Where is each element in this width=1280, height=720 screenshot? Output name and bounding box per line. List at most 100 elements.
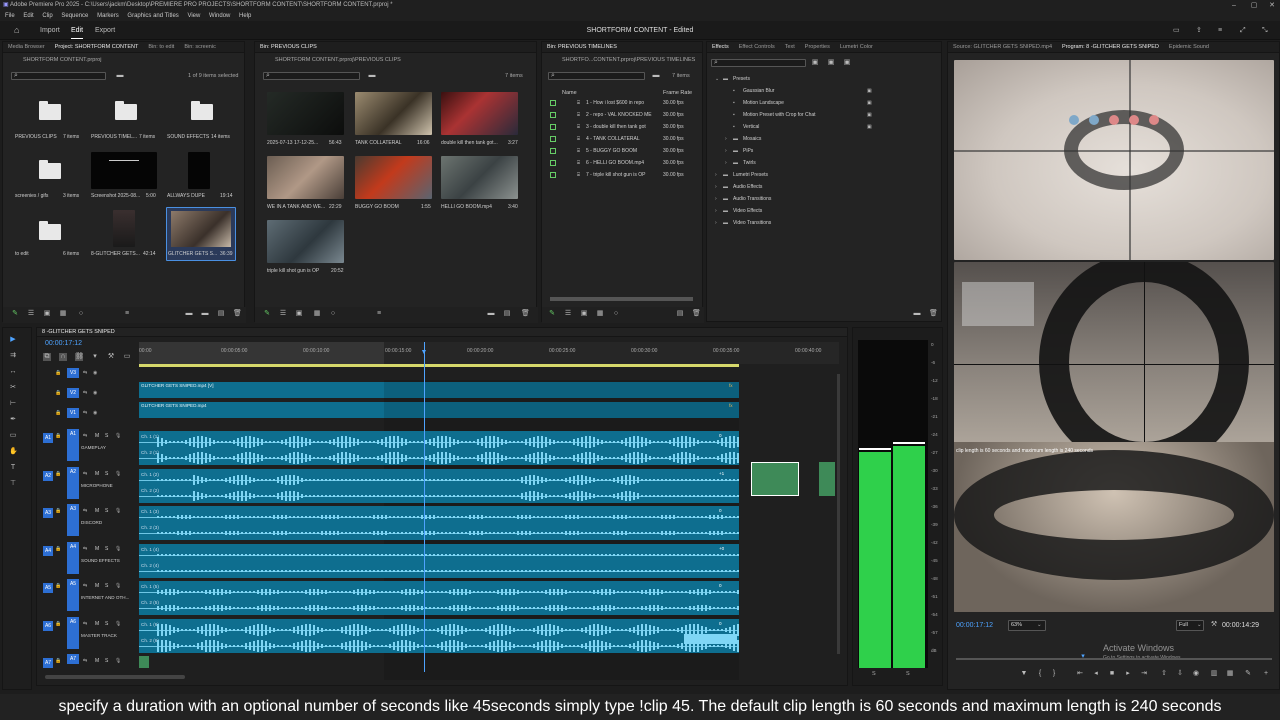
folder-icon[interactable] (39, 160, 61, 179)
voiceover-icon[interactable]: 🎙 (115, 508, 121, 514)
effect-item[interactable]: Video Effects (733, 208, 762, 214)
audio-clip-extra[interactable] (139, 656, 149, 668)
mute-button[interactable]: M (95, 433, 99, 439)
icon-view-icon[interactable]: ▣ (580, 310, 588, 318)
menu-help[interactable]: Help (239, 13, 251, 19)
sync-lock-icon[interactable]: ⇆ (83, 658, 87, 664)
maximize-icon[interactable]: ▢ (1244, 0, 1264, 11)
list-view-icon[interactable]: ☰ (564, 310, 572, 318)
time-ruler[interactable]: 00:00 00:00:05:00 00:00:10:00 00:00:15:00 00… (139, 342, 839, 364)
folder-icon[interactable] (191, 101, 213, 120)
new-bin-icon[interactable]: ▬ (368, 72, 376, 80)
tab-text[interactable]: Text (780, 42, 800, 52)
sync-lock-icon[interactable]: ⇆ (83, 583, 87, 589)
lock-icon[interactable]: 🔒 (55, 583, 61, 589)
trash-icon[interactable]: 🗑 (233, 310, 242, 318)
icon-view-icon[interactable]: ▣ (295, 310, 303, 318)
monitor-scrubber[interactable] (956, 658, 1272, 660)
source-patch[interactable]: A5 (43, 583, 53, 593)
tab-project[interactable]: Project: SHORTFORM CONTENT (50, 42, 144, 52)
nest-icon[interactable]: ⧉ (43, 353, 51, 361)
tab-epidemic-sound[interactable]: Epidemic Sound (1164, 42, 1214, 52)
playhead-icon[interactable]: ▼ (420, 349, 428, 357)
effect-item[interactable]: Gaussian Blur (743, 88, 774, 94)
track-target[interactable]: A7 (67, 654, 79, 664)
voiceover-icon[interactable]: 🎙 (115, 546, 121, 552)
timeline-horizontal-scrollbar[interactable] (45, 675, 185, 679)
source-patch[interactable]: A7 (43, 658, 53, 668)
menu-graphics[interactable]: Graphics and Titles (127, 13, 178, 19)
sequence-name[interactable]: 1 - How i lost $600 in repo (586, 100, 644, 106)
solo-left-label[interactable]: S (872, 671, 876, 677)
icon-view-icon[interactable]: ▣ (43, 310, 51, 318)
effect-item[interactable]: Mosaics (743, 136, 761, 142)
home-icon[interactable]: ⌂ (14, 21, 19, 40)
eye-icon[interactable]: ◉ (93, 410, 97, 416)
new-bin-icon[interactable]: ▬ (116, 72, 124, 80)
new-item-icon[interactable]: ▤ (676, 310, 684, 318)
effect-item[interactable]: Presets (733, 76, 750, 82)
horizontal-scrollbar[interactable] (550, 297, 693, 301)
audio-clip-extra[interactable] (751, 462, 799, 496)
track-target[interactable]: A2 (67, 466, 79, 499)
sync-lock-icon[interactable]: ⇆ (83, 508, 87, 514)
track-target[interactable]: A3 (67, 504, 79, 536)
label-color-chip[interactable] (550, 148, 556, 154)
track-target[interactable]: A4 (67, 541, 79, 574)
chevron-right-icon[interactable]: › (715, 172, 717, 178)
effect-item[interactable]: Motion Preset with Crop for Chat (743, 112, 816, 118)
source-patch[interactable]: A3 (43, 508, 53, 518)
audio-clip[interactable] (139, 543, 739, 578)
new-bin-icon[interactable]: ▬ (487, 310, 495, 318)
effect-item[interactable]: Audio Transitions (733, 196, 771, 202)
sequence-name[interactable]: 5 - BUGGY GO BOOM (586, 148, 637, 154)
track-target[interactable]: V2 (67, 388, 79, 398)
new-item-icon[interactable]: ▤ (217, 310, 225, 318)
source-patch[interactable]: A2 (43, 470, 53, 481)
effect-item[interactable]: Twirls (743, 160, 756, 166)
close-icon[interactable]: ✕ (1262, 0, 1280, 11)
tab-effect-controls[interactable]: Effect Controls (734, 42, 780, 52)
chevron-down-icon[interactable]: ⌄ (715, 76, 719, 82)
quick-export-icon[interactable]: ⤢ (1240, 21, 1246, 40)
solo-button[interactable]: S (105, 621, 108, 627)
workspace-export[interactable]: Export (95, 21, 115, 40)
sequence-name[interactable]: 4 - TANK COLLATERAL (586, 136, 640, 142)
trash-icon[interactable]: 🗑 (929, 310, 938, 318)
stop-icon[interactable]: ■ (1108, 670, 1116, 678)
voiceover-icon[interactable]: 🎙 (115, 583, 121, 589)
sync-lock-icon[interactable]: ⇆ (83, 390, 87, 396)
step-back-icon[interactable]: ◂ (1092, 670, 1100, 678)
menu-sequence[interactable]: Sequence (61, 13, 88, 19)
sync-lock-icon[interactable]: ⇆ (83, 546, 87, 552)
sequence-name[interactable]: 2 - repo - VAL KNOCKED ME (586, 112, 652, 118)
tab-properties[interactable]: Properties (800, 42, 835, 52)
timeline-vertical-scrollbar[interactable] (837, 374, 840, 654)
menu-edit[interactable]: Edit (23, 13, 33, 19)
clip-thumbnail[interactable] (441, 156, 518, 199)
captions-tool-icon[interactable]: ⊤ (9, 480, 17, 488)
chevron-right-icon[interactable]: › (715, 196, 717, 202)
list-view-icon[interactable]: ☰ (27, 310, 35, 318)
sort-icon[interactable]: ≡ (375, 310, 383, 318)
lock-icon[interactable]: 🔒 (55, 433, 61, 439)
settings-icon[interactable]: ✎ (1244, 670, 1252, 678)
clip-thumbnail[interactable] (355, 156, 432, 199)
track-target[interactable]: A1 (67, 429, 79, 461)
lock-icon[interactable]: 🔒 (55, 410, 61, 416)
clip-thumbnail[interactable] (91, 152, 157, 189)
accelerated-filter-icon[interactable]: ▣ (811, 59, 819, 67)
program-timecode[interactable]: 00:00:17:12 (956, 622, 993, 629)
column-frame-rate[interactable]: Frame Rate (663, 90, 692, 96)
clip-thumbnail[interactable] (267, 92, 344, 135)
sync-lock-icon[interactable]: ⇆ (83, 370, 87, 376)
lock-icon[interactable]: 🔒 (55, 390, 61, 396)
solo-button[interactable]: S (105, 471, 108, 477)
voiceover-icon[interactable]: 🎙 (115, 621, 121, 627)
sync-lock-icon[interactable]: ⇆ (83, 621, 87, 627)
freeform-view-icon[interactable]: ▦ (596, 310, 604, 318)
track-target[interactable]: A5 (67, 579, 79, 611)
label-color-chip[interactable] (550, 160, 556, 166)
label-color-chip[interactable] (550, 100, 556, 106)
wrench-icon[interactable]: ⚒ (1210, 621, 1218, 629)
